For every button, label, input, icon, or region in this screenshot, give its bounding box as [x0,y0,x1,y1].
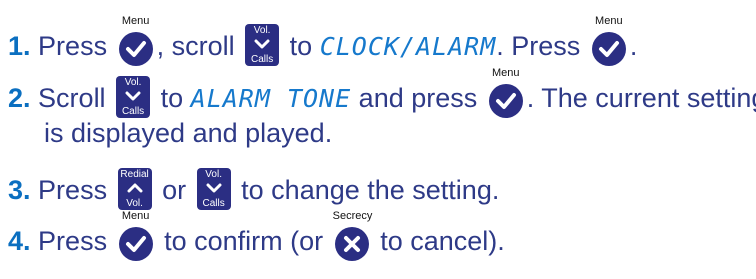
step-text: . Press [496,31,581,62]
step-number: 3. [8,175,31,206]
lcd-menu-text: ALARM TONE [190,84,352,114]
redial-vol-key: Redial Vol. [117,168,152,210]
checkmark-icon [125,41,146,57]
step-text: , scroll [156,31,235,62]
step-text: is displayed and played. [44,118,333,148]
step-text: to change the setting. [241,175,500,206]
secrecy-key-label: Secrecy [332,209,373,222]
vol-calls-key-top-label: Vol. [253,25,271,36]
vol-calls-key: Vol. Calls [245,24,280,66]
cross-icon [343,235,360,252]
chevron-down-icon [254,39,270,49]
menu-key: Menu [117,15,155,66]
step-text: Press [38,175,108,206]
menu-key-label: Menu [121,209,150,222]
vol-calls-key-bottom-label: Calls [251,54,274,65]
menu-key: Menu [117,210,155,261]
checkmark-icon [598,41,619,57]
vol-calls-key-bottom-label: Calls [121,106,145,117]
step-1: 1. Press Menu , scroll Vol. Calls to CLO… [8,15,638,66]
menu-key-label: Menu [121,15,150,27]
chevron-down-icon [206,183,222,193]
step-text: . The current setting [526,83,756,114]
step-text: to cancel). [380,226,505,256]
vol-calls-key-bottom-label: Calls [202,198,225,209]
checkmark-icon [125,235,146,252]
checkmark-icon [495,93,516,109]
chevron-up-icon [127,183,143,193]
step-2-continuation: is displayed and played. [44,118,332,148]
vol-calls-key-top-label: Vol. [124,77,142,88]
step-2: 2. Scroll Vol. Calls to ALARM TONE and p… [8,67,756,118]
menu-key-label: Menu [595,15,623,27]
step-text: Press [38,226,108,256]
lcd-menu-text: CLOCK/ALARM [319,32,497,62]
step-number: 2. [8,83,31,114]
step-text: and press [358,83,478,114]
step-text: to [289,31,313,62]
vol-calls-key-top-label: Vol. [205,169,222,180]
secrecy-key: Secrecy [333,210,372,261]
step-text: Press [38,31,108,62]
step-number: 4. [8,226,31,256]
menu-key: Menu [590,15,628,66]
step-text: to [160,83,184,114]
redial-vol-key-bottom-label: Vol. [126,198,143,209]
menu-key-label: Menu [492,67,520,79]
vol-calls-key: Vol. Calls [196,168,231,210]
step-3: 3. Press Redial Vol. or Vol. Calls to ch… [8,168,500,210]
step-4: 4. Press Menu to confirm (or Secrecy to … [8,210,505,261]
vol-calls-key: Vol. Calls [116,76,151,118]
redial-vol-key-top-label: Redial [120,169,149,180]
step-number: 1. [8,31,31,62]
chevron-down-icon [125,91,141,101]
step-text: Scroll [38,83,106,114]
step-text: or [162,175,187,206]
menu-key: Menu [487,67,525,118]
step-text: . [629,31,638,62]
step-text: to confirm (or [164,226,324,256]
